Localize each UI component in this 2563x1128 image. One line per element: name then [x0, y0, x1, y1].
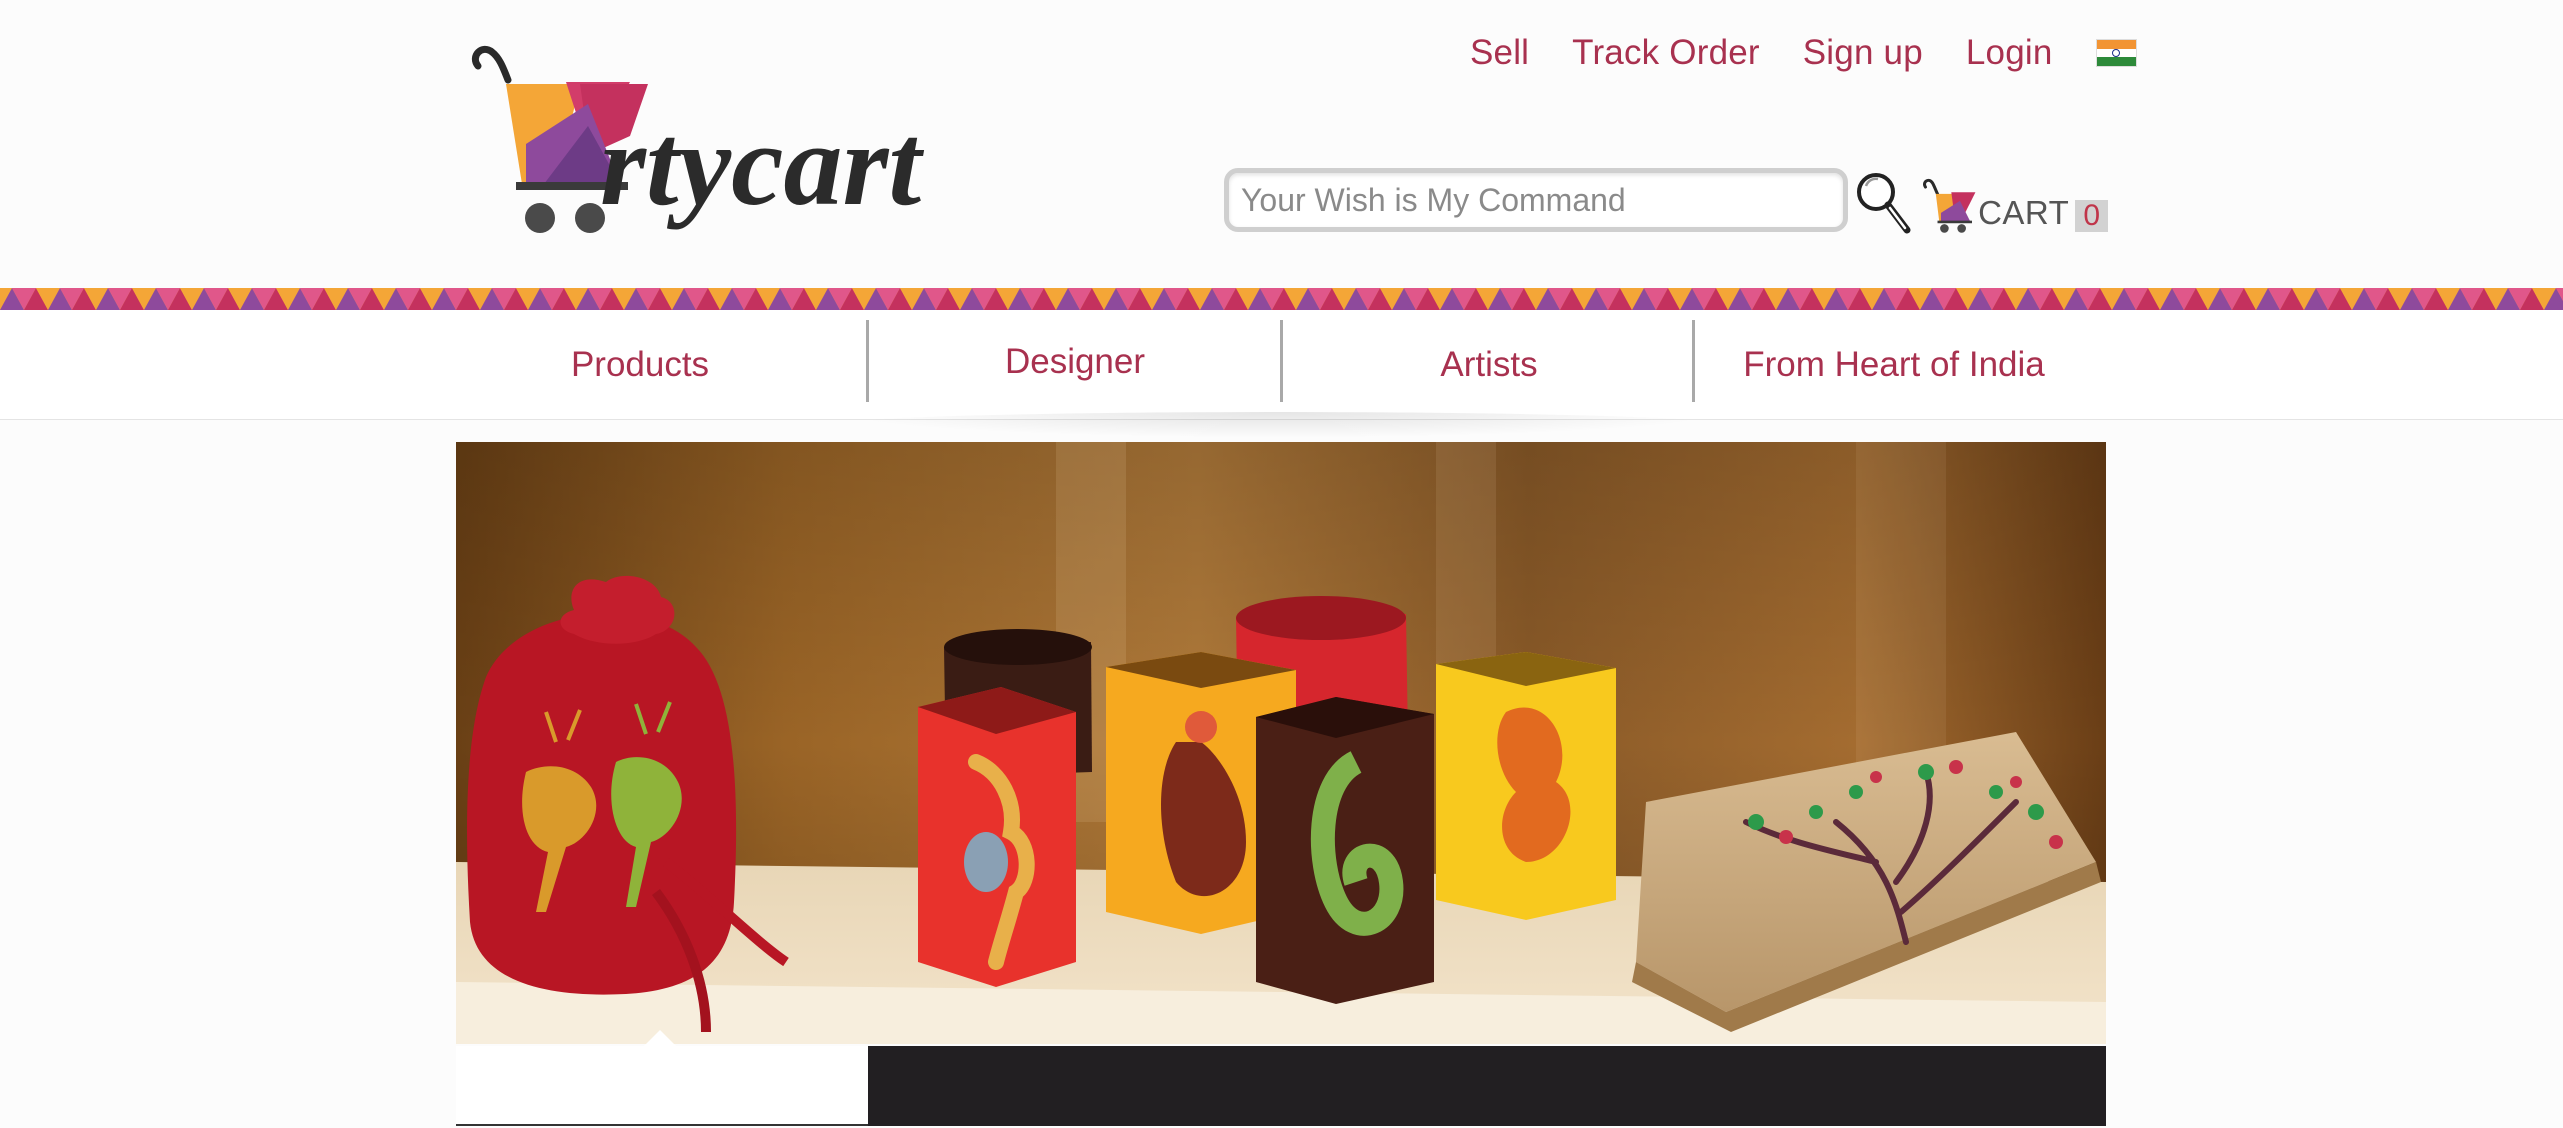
banner-caption-left [456, 1030, 868, 1126]
login-link[interactable]: Login [1966, 33, 2053, 73]
cart-label: CART [1978, 194, 2070, 231]
banner-notch [644, 1030, 676, 1046]
cart-button[interactable]: CART 0 [1922, 170, 2108, 238]
nav-item-designer[interactable]: Designer [870, 310, 1280, 414]
decorative-pattern-strip [0, 288, 2563, 310]
artycart-logo[interactable]: rtycart [470, 44, 1070, 254]
banner-caption-bar [456, 1030, 2106, 1126]
cart-icon [1923, 178, 1976, 233]
top-links: Sell Track Order Sign up Login [1470, 28, 2137, 78]
logo-graphic: rtycart [471, 45, 924, 233]
search-button[interactable] [1852, 168, 1916, 240]
main-nav: Products Designer Artists From Heart of … [0, 310, 2563, 420]
nav-divider [1692, 320, 1695, 402]
nav-divider [1280, 320, 1283, 402]
track-order-link[interactable]: Track Order [1572, 33, 1760, 73]
cart-count-badge: 0 [2075, 200, 2108, 232]
nav-divider [866, 320, 869, 402]
hero-banner[interactable] [456, 442, 2106, 1044]
hero-banner-image [456, 442, 2106, 1044]
india-flag-icon[interactable] [2095, 39, 2137, 67]
search-input[interactable] [1224, 168, 1848, 232]
sign-up-link[interactable]: Sign up [1803, 33, 1923, 73]
banner-caption-right [868, 1046, 2106, 1126]
nav-item-from-heart-of-india[interactable]: From Heart of India [1696, 310, 2092, 420]
nav-shadow [830, 412, 1730, 438]
nav-item-products[interactable]: Products [468, 310, 812, 420]
nav-item-artists[interactable]: Artists [1284, 310, 1694, 420]
sell-link[interactable]: Sell [1470, 33, 1529, 73]
magnifier-icon [1857, 173, 1911, 234]
logo-wordmark: rtycart [600, 99, 924, 230]
